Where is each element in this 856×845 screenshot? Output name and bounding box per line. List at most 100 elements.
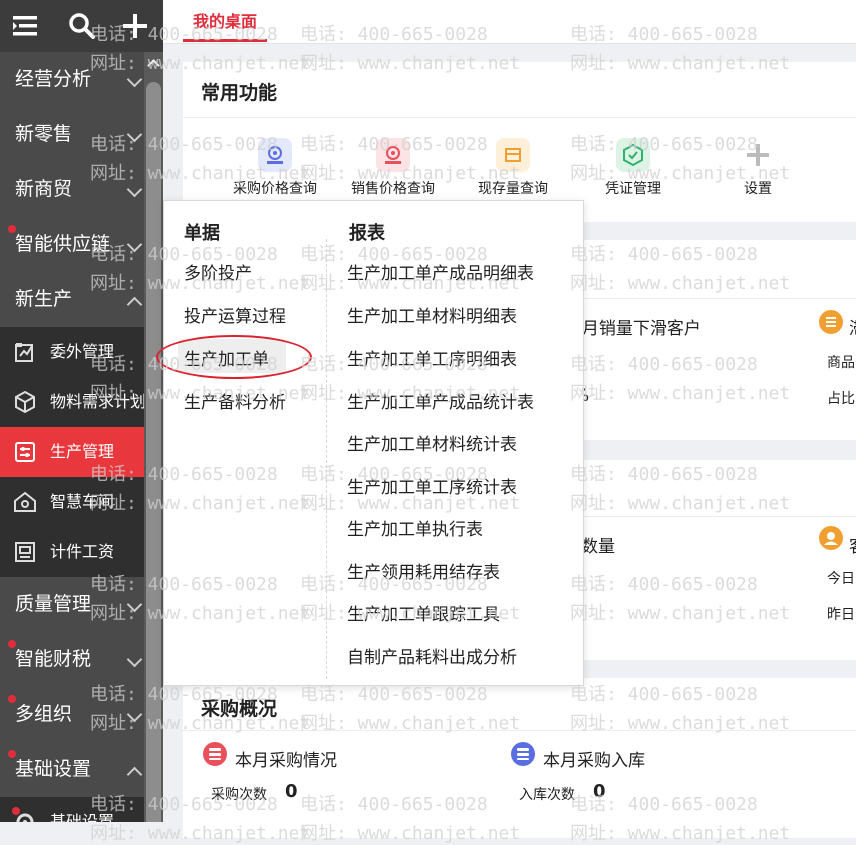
quantity-label: 数量 [581, 537, 615, 557]
stagnant-goods-title: 滞 [849, 314, 856, 339]
purchase-count-label: 采购次数 [211, 787, 267, 803]
notification-dot [8, 750, 16, 758]
add-icon[interactable] [121, 12, 149, 40]
chevron-up-icon [126, 766, 143, 783]
monthly-purchase-head[interactable]: 本月采购情况 [235, 746, 337, 771]
sidebar-item-items1[interactable]: 新零售 [0, 107, 144, 162]
reports-column-title: 报表 [349, 223, 385, 244]
purchase-overview-card: 采购概况 本月采购情况 采购次数 0 本月采购入库 入库次数 0 [183, 678, 856, 838]
sidebar: 经营分析新零售新商贸 智能供应链 新生产委外管理物料需求计划 生产管理智慧车间计件工资… [0, 0, 163, 822]
common-functions-title: 常用功能 [201, 82, 278, 104]
sidebar-subitem-2[interactable]: 生产管理 [0, 427, 144, 477]
report-link-3[interactable]: 生产加工单产成品统计表 [347, 388, 534, 413]
menu-toggle-icon[interactable] [11, 12, 39, 40]
report-link-0[interactable]: 生产加工单产成品明细表 [347, 259, 534, 284]
gear-icon [16, 813, 34, 822]
func-label: 销售价格查询 [351, 181, 435, 197]
search-icon[interactable] [68, 12, 96, 40]
annotation-circle [156, 335, 312, 379]
func-label: 设置 [744, 181, 772, 197]
stagnant-goods-label: 商品 [827, 355, 855, 371]
sidebar-item-label: 基础设置 [15, 758, 92, 780]
func-purchase-price[interactable]: 采购价格查询 [215, 138, 335, 198]
sidebar-subitem-label: 物料需求计划 [50, 392, 144, 411]
report-link-2[interactable]: 生产加工单工序明细表 [347, 345, 517, 370]
chevron-down-icon [126, 596, 143, 613]
chevron-down-icon [126, 126, 143, 143]
func-label: 凭证管理 [605, 181, 661, 197]
purchase-overview-title: 采购概况 [201, 698, 278, 720]
sidebar-toolbar [0, 0, 163, 52]
sidebar-item-items_after2[interactable]: 多组织 [0, 687, 144, 742]
documents-column-title: 单据 [184, 223, 220, 244]
common-functions-card: 常用功能 采购价格查询 销售价格查询 现存量查询 凭证管理 设置 [183, 62, 856, 222]
doc-link-1[interactable]: 投产运算过程 [184, 302, 286, 327]
sidebar-subitem-4[interactable]: 计件工资 [0, 527, 144, 577]
chevron-down-icon [126, 706, 143, 723]
production-menu-flyout: 单据 报表 多阶投产 投产运算过程 生产加工单 生产备料分析 生产加工单产成品明细表生… [156, 200, 584, 686]
func-stock[interactable]: 现存量查询 [453, 138, 573, 198]
sidebar-subitem-partial[interactable]: 基础设置 [0, 797, 144, 822]
sidebar-subitem-label: 智慧车间 [50, 492, 115, 511]
today-label: 今日 [827, 571, 855, 587]
sidebar-item-label: 新零售 [15, 123, 73, 145]
voucher-icon [616, 138, 650, 172]
sidebar-item-label: 智能财税 [15, 648, 92, 670]
outsource-icon [15, 343, 33, 362]
chevron-up-icon [126, 296, 143, 313]
report-link-8[interactable]: 生产加工单跟踪工具 [347, 600, 500, 625]
chevron-down-icon [126, 236, 143, 253]
stock-icon [496, 138, 530, 172]
notification-dot [8, 695, 16, 703]
report-link-4[interactable]: 生产加工单材料统计表 [347, 430, 517, 455]
func-label: 现存量查询 [478, 181, 548, 197]
doc-link-3[interactable]: 生产备料分析 [184, 388, 286, 413]
sidebar-item-items2[interactable]: 新商贸 [0, 162, 144, 217]
sidebar-subitem-1[interactable]: 物料需求计划 [0, 377, 144, 427]
scrollbar-thumb[interactable] [146, 82, 161, 822]
sidebar-subitem-label: 委外管理 [50, 342, 115, 361]
report-link-9[interactable]: 自制产品耗料出成分析 [347, 643, 517, 668]
doc-link-0[interactable]: 多阶投产 [184, 259, 252, 284]
sales-decline-label[interactable]: 2月销量下滑客户 [571, 314, 701, 339]
column-divider [326, 239, 327, 679]
sidebar-item-items_after1[interactable]: 智能财税 [0, 632, 144, 687]
sidebar-item-items3[interactable]: 智能供应链 [0, 217, 144, 272]
sidebar-subitem-label: 生产管理 [50, 442, 115, 461]
production-icon [15, 442, 35, 462]
func-voucher[interactable]: 凭证管理 [573, 138, 693, 198]
workshop-icon [14, 491, 36, 512]
chevron-down-icon [126, 71, 143, 88]
sidebar-subitem-0[interactable]: 委外管理 [0, 327, 144, 377]
sidebar-subitem-label: 基础设置 [50, 812, 115, 822]
report-link-6[interactable]: 生产加工单执行表 [347, 515, 483, 540]
report-link-7[interactable]: 生产领用耗用结存表 [347, 558, 500, 583]
purchase-count-value: 0 [285, 781, 298, 802]
sidebar-item-label: 质量管理 [15, 593, 92, 615]
tab-bar: 我的桌面 [163, 0, 856, 44]
sidebar-subitem-label: 计件工资 [50, 542, 115, 561]
cube-icon [15, 390, 35, 414]
customer-title: 客 [849, 532, 856, 557]
plus-icon [741, 138, 775, 172]
func-plus[interactable]: 设置 [698, 138, 818, 198]
sidebar-scrollbar[interactable] [144, 52, 163, 822]
monthly-inbound-head[interactable]: 本月采购入库 [543, 746, 645, 771]
report-link-1[interactable]: 生产加工单材料明细表 [347, 302, 517, 327]
tab-my-desktop[interactable]: 我的桌面 [183, 0, 268, 42]
sidebar-item-items_after0[interactable]: 质量管理 [0, 577, 144, 632]
notification-dot [8, 225, 16, 233]
sales-price-icon [376, 138, 410, 172]
sidebar-item-items_after3[interactable]: 基础设置 [0, 742, 144, 797]
inbound-count-value: 0 [593, 781, 606, 802]
sidebar-item-items4[interactable]: 新生产 [0, 272, 144, 327]
scroll-up-icon[interactable] [147, 59, 160, 72]
inbound-count-label: 入库次数 [519, 787, 575, 803]
report-link-5[interactable]: 生产加工单工序统计表 [347, 473, 517, 498]
func-sales-price[interactable]: 销售价格查询 [333, 138, 453, 198]
chevron-down-icon [126, 181, 143, 198]
sidebar-item-items0[interactable]: 经营分析 [0, 52, 144, 107]
sidebar-subitem-3[interactable]: 智慧车间 [0, 477, 144, 527]
customer-icon [819, 526, 843, 550]
func-label: 采购价格查询 [233, 181, 317, 197]
